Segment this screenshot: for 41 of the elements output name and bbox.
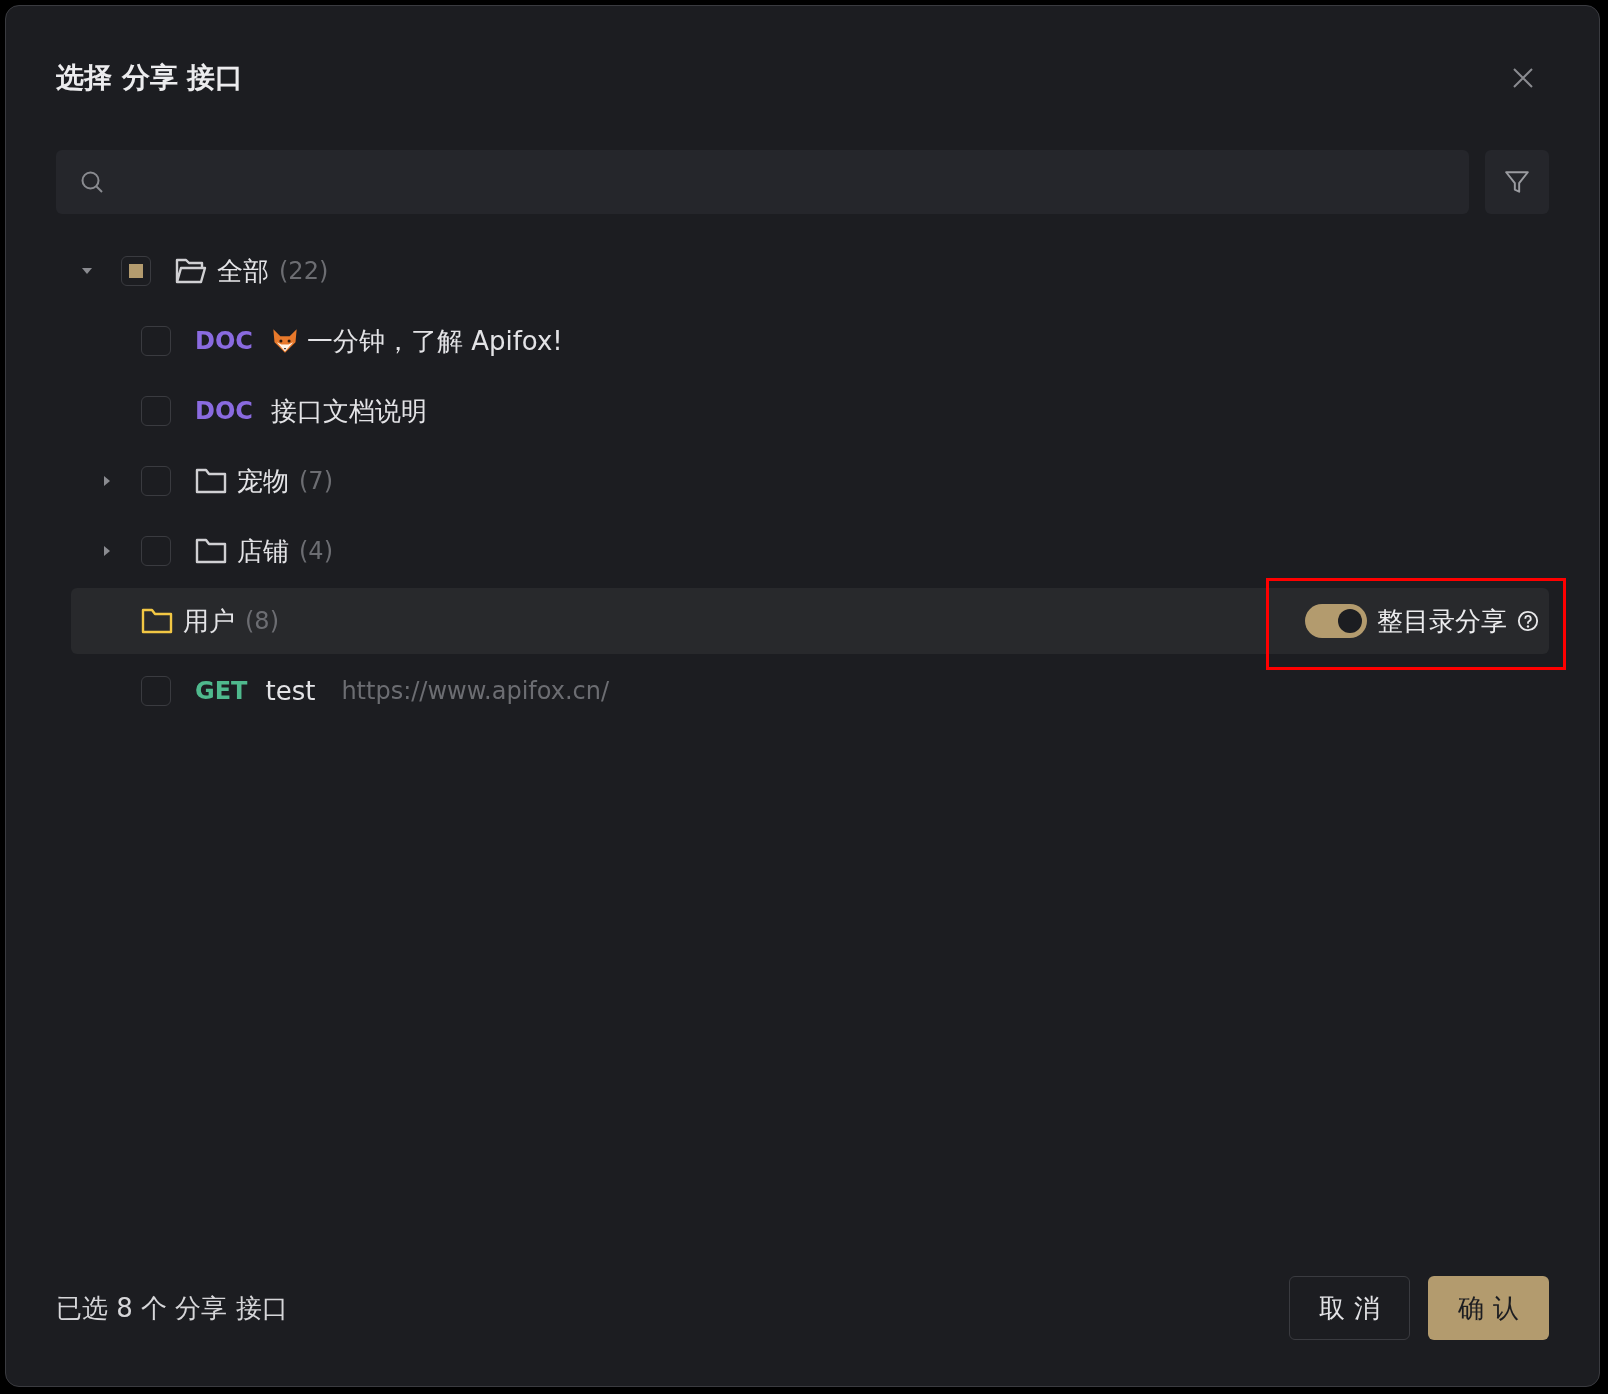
toggle-label: 整目录分享	[1377, 604, 1507, 638]
help-icon[interactable]	[1517, 610, 1539, 632]
folder-icon	[175, 257, 207, 285]
endpoint-name[interactable]: test	[265, 676, 316, 706]
checkbox[interactable]	[141, 396, 171, 426]
expand-arrow-icon[interactable]	[81, 266, 93, 276]
item-count: (8)	[245, 607, 279, 635]
item-count: (22)	[279, 257, 329, 285]
toggle-switch[interactable]	[1305, 604, 1367, 638]
doc-label: DOC	[195, 327, 253, 355]
item-count: (4)	[299, 537, 333, 565]
folder-name[interactable]: 宠物	[237, 463, 289, 499]
checkbox[interactable]	[141, 466, 171, 496]
folder-icon	[195, 467, 227, 495]
checkbox[interactable]	[141, 676, 171, 706]
folder-name[interactable]: 用户	[183, 603, 235, 639]
item-count: (7)	[299, 467, 333, 495]
search-field[interactable]	[56, 150, 1469, 214]
checkbox[interactable]	[121, 256, 151, 286]
folder-name[interactable]: 店铺	[237, 533, 289, 569]
filter-icon	[1504, 169, 1530, 195]
expand-arrow-icon[interactable]	[102, 475, 112, 487]
endpoint-url: https://www.apifox.cn/	[341, 677, 610, 705]
dialog-title: 选择 分享 接口	[56, 60, 244, 96]
expand-arrow-icon[interactable]	[102, 545, 112, 557]
checkbox[interactable]	[141, 326, 171, 356]
folder-icon	[141, 607, 173, 635]
doc-title[interactable]: 接口文档说明	[270, 393, 427, 429]
search-icon	[80, 170, 104, 194]
http-method: GET	[195, 677, 248, 705]
tree-row-highlight[interactable]: 用户 (8) 整目录分享	[71, 588, 1549, 654]
checkbox[interactable]	[141, 536, 171, 566]
doc-label: DOC	[195, 397, 253, 425]
confirm-button[interactable]: 确 认	[1428, 1276, 1549, 1340]
doc-title[interactable]: 一分钟，了解 Apifox!	[306, 323, 563, 359]
close-icon[interactable]	[1511, 66, 1535, 90]
cancel-button[interactable]: 取 消	[1289, 1276, 1410, 1340]
folder-name[interactable]: 全部	[217, 253, 269, 289]
folder-icon	[195, 537, 227, 565]
filter-button[interactable]	[1485, 150, 1549, 214]
selection-summary: 已选 8 个 分享 接口	[56, 1291, 288, 1325]
